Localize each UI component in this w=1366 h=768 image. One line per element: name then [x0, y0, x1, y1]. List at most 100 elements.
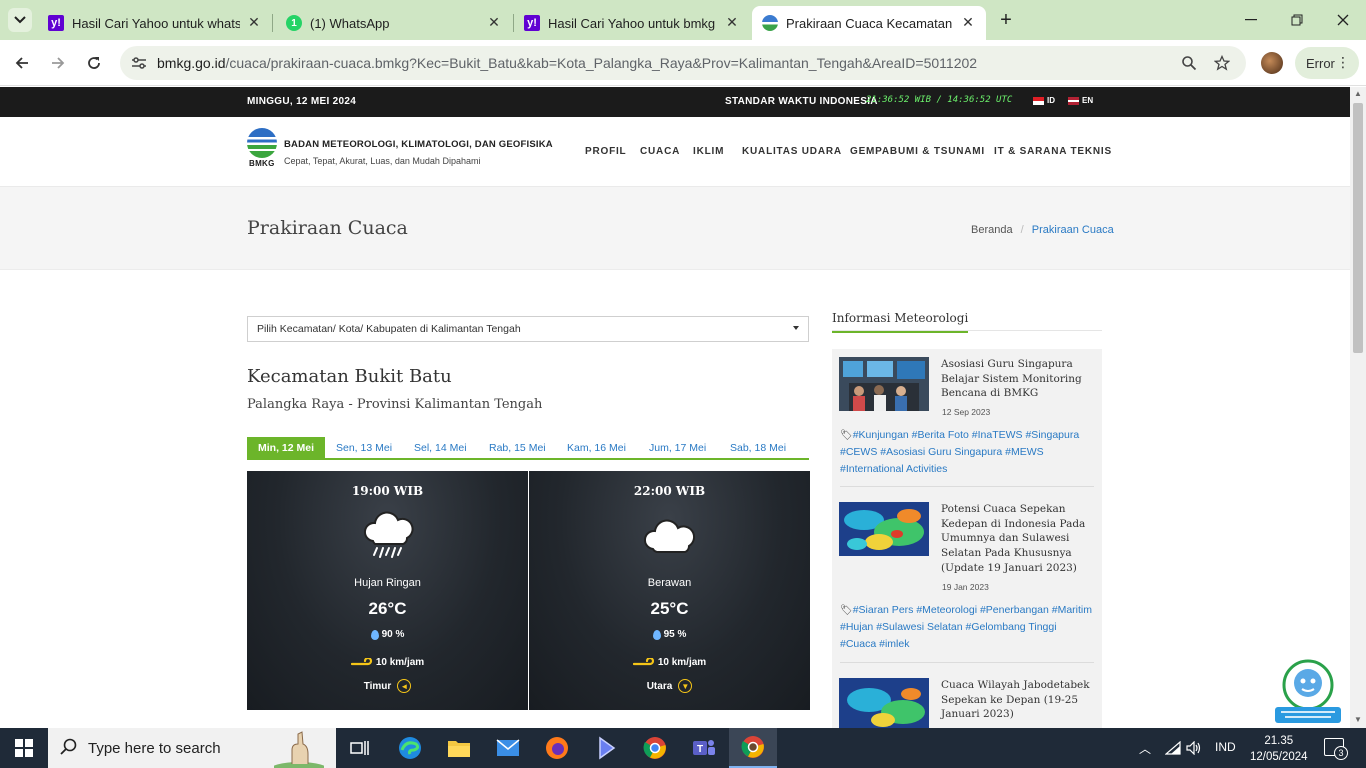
firefox-icon — [546, 737, 568, 759]
edge-app[interactable] — [386, 728, 434, 768]
yahoo-icon: y! — [524, 15, 540, 31]
news-thumbnail[interactable] — [839, 357, 929, 411]
clipchamp-app[interactable] — [582, 728, 630, 768]
tab-search-button[interactable] — [8, 8, 32, 32]
volume-icon[interactable] — [1186, 741, 1202, 755]
forecast-time: 19:00 WIB — [351, 484, 424, 498]
scroll-up-icon[interactable]: ▲ — [1354, 89, 1362, 98]
scrollbar-thumb[interactable] — [1353, 103, 1363, 353]
nav-gempabumi[interactable]: GEMPABUMI & TSUNAMI — [850, 146, 985, 157]
sidebar-title: Informasi Meteorologi — [832, 311, 969, 333]
page-scrollbar[interactable]: ▲ ▼ — [1350, 87, 1366, 728]
lang-id-link[interactable]: ID — [1033, 96, 1055, 105]
standard-time-label: STANDAR WAKTU INDONESIA — [725, 96, 878, 107]
news-tags[interactable]: 🏷#Kunjungan #Berita Foto #InaTEWS #Singa… — [840, 427, 1094, 478]
news-tags-text: #Siaran Pers #Meteorologi #Penerbangan #… — [840, 604, 1093, 650]
tab-day-0[interactable]: Min, 12 Mei — [247, 437, 326, 459]
close-icon[interactable]: ✕ — [724, 14, 740, 30]
back-button[interactable] — [10, 51, 34, 75]
wind-direction-label: Timur — [363, 680, 392, 692]
news-thumbnail[interactable] — [839, 678, 929, 728]
browser-tab-2[interactable]: 1 (1) WhatsApp ✕ — [276, 6, 512, 40]
dropdown-caret-icon — [793, 326, 799, 330]
task-view-button[interactable] — [336, 728, 384, 768]
taskbar-search[interactable]: Type here to search — [48, 728, 336, 768]
location-subtitle: Palangka Raya - Provinsi Kalimantan Teng… — [247, 397, 543, 412]
profile-error-button[interactable]: Error ⋮ — [1295, 47, 1359, 79]
browser-tab-1[interactable]: y! Hasil Cari Yahoo untuk whatsapp ✕ — [38, 6, 272, 40]
news-thumbnail[interactable] — [839, 502, 929, 556]
breadcrumb-home[interactable]: Beranda — [971, 224, 1013, 236]
tab-day-6[interactable]: Sab, 18 Mei — [730, 437, 786, 459]
tab-day-2[interactable]: Sel, 14 Mei — [414, 437, 467, 459]
close-window-button[interactable] — [1333, 10, 1353, 30]
browser-tab-active[interactable]: Prakiraan Cuaca Kecamatan Buk ✕ — [752, 6, 986, 40]
forward-button[interactable] — [46, 51, 70, 75]
site-settings-icon[interactable] — [130, 54, 148, 72]
lang-en-link[interactable]: EN — [1068, 96, 1093, 105]
close-icon[interactable]: ✕ — [486, 14, 502, 30]
close-icon — [1337, 14, 1349, 26]
llama-illustration-icon — [274, 731, 324, 768]
bookmark-star-icon[interactable] — [1212, 53, 1232, 73]
news-title[interactable]: Asosiasi Guru Singapura Belajar Sistem M… — [941, 357, 1091, 401]
yahoo-icon: y! — [48, 15, 64, 31]
nav-kualitas-udara[interactable]: KUALITAS UDARA — [742, 146, 842, 157]
browser-tab-3[interactable]: y! Hasil Cari Yahoo untuk bmkg pa ✕ — [514, 6, 750, 40]
windows-taskbar: Type here to search T ︿ IND 21.35 12/05/… — [0, 728, 1366, 768]
input-language[interactable]: IND — [1215, 740, 1236, 754]
nav-iklim[interactable]: IKLIM — [693, 146, 724, 157]
news-date: 12 Sep 2023 — [942, 407, 991, 417]
scroll-down-icon[interactable]: ▼ — [1354, 715, 1362, 724]
forecast-card: 19:00 WIB Hujan Ringan 26°C 90 % 10 km/j… — [247, 471, 528, 710]
mail-app[interactable] — [484, 728, 532, 768]
news-tags[interactable]: 🏷#Siaran Pers #Meteorologi #Penerbangan … — [840, 602, 1094, 653]
nav-profil[interactable]: PROFIL — [585, 146, 626, 157]
firefox-app[interactable] — [533, 728, 581, 768]
bmkg-logo[interactable]: BMKG — [247, 128, 277, 168]
zoom-icon[interactable] — [1179, 53, 1199, 73]
tray-overflow-icon[interactable]: ︿ — [1139, 740, 1151, 757]
profile-avatar[interactable] — [1261, 52, 1283, 74]
tab-day-4[interactable]: Kam, 16 Mei — [567, 437, 626, 459]
site-header: BMKG BADAN METEOROLOGI, KLIMATOLOGI, DAN… — [0, 117, 1350, 187]
restore-button[interactable] — [1287, 10, 1307, 30]
live-chat-button[interactable] — [1275, 659, 1341, 725]
news-tags-text: #Kunjungan #Berita Foto #InaTEWS #Singap… — [840, 429, 1080, 475]
file-explorer-app[interactable] — [435, 728, 483, 768]
teams-app[interactable]: T — [680, 728, 728, 768]
address-bar[interactable]: bmkg.go.id/cuaca/prakiraan-cuaca.bmkg?Ke… — [120, 46, 1246, 80]
start-button[interactable] — [0, 728, 48, 768]
more-menu-icon[interactable]: ⋮ — [1336, 54, 1350, 71]
network-icon[interactable] — [1165, 741, 1181, 755]
reload-button[interactable] — [82, 51, 106, 75]
taskbar-search-placeholder: Type here to search — [88, 740, 221, 757]
page-viewport: MINGGU, 12 MEI 2024 STANDAR WAKTU INDONE… — [0, 87, 1350, 728]
nav-cuaca[interactable]: CUACA — [640, 146, 680, 157]
tab-day-5[interactable]: Jum, 17 Mei — [649, 437, 706, 459]
tab-day-3[interactable]: Rab, 15 Mei — [489, 437, 546, 459]
minimize-button[interactable] — [1241, 10, 1261, 30]
svg-text:T: T — [697, 744, 703, 755]
current-date: MINGGU, 12 MEI 2024 — [247, 96, 357, 107]
task-view-icon — [350, 741, 369, 755]
region-select[interactable]: Pilih Kecamatan/ Kota/ Kabupaten di Kali… — [247, 316, 809, 342]
close-icon[interactable]: ✕ — [246, 14, 262, 30]
url-host: bmkg.go.id — [157, 55, 226, 71]
new-tab-button[interactable]: + — [996, 9, 1016, 31]
close-icon[interactable]: ✕ — [960, 14, 976, 30]
tab-day-1[interactable]: Sen, 13 Mei — [336, 437, 392, 459]
chrome-app-active[interactable] — [729, 728, 777, 768]
tab-title: Hasil Cari Yahoo untuk bmkg pa — [548, 15, 716, 31]
uk-flag-icon — [1068, 96, 1079, 105]
windows-logo-icon — [15, 739, 33, 757]
chrome-app[interactable] — [631, 728, 679, 768]
search-icon — [60, 738, 77, 755]
video-editor-icon — [599, 736, 616, 760]
nav-it-sarana[interactable]: IT & SARANA TEKNIS — [994, 146, 1112, 157]
news-title[interactable]: Cuaca Wilayah Jabodetabek Sepekan ke Dep… — [941, 678, 1091, 722]
notification-count: 3 — [1334, 746, 1348, 760]
chrome-icon — [643, 737, 666, 759]
taskbar-clock[interactable]: 21.35 12/05/2024 — [1250, 733, 1308, 765]
news-title[interactable]: Potensi Cuaca Sepekan Kedepan di Indones… — [941, 502, 1091, 576]
